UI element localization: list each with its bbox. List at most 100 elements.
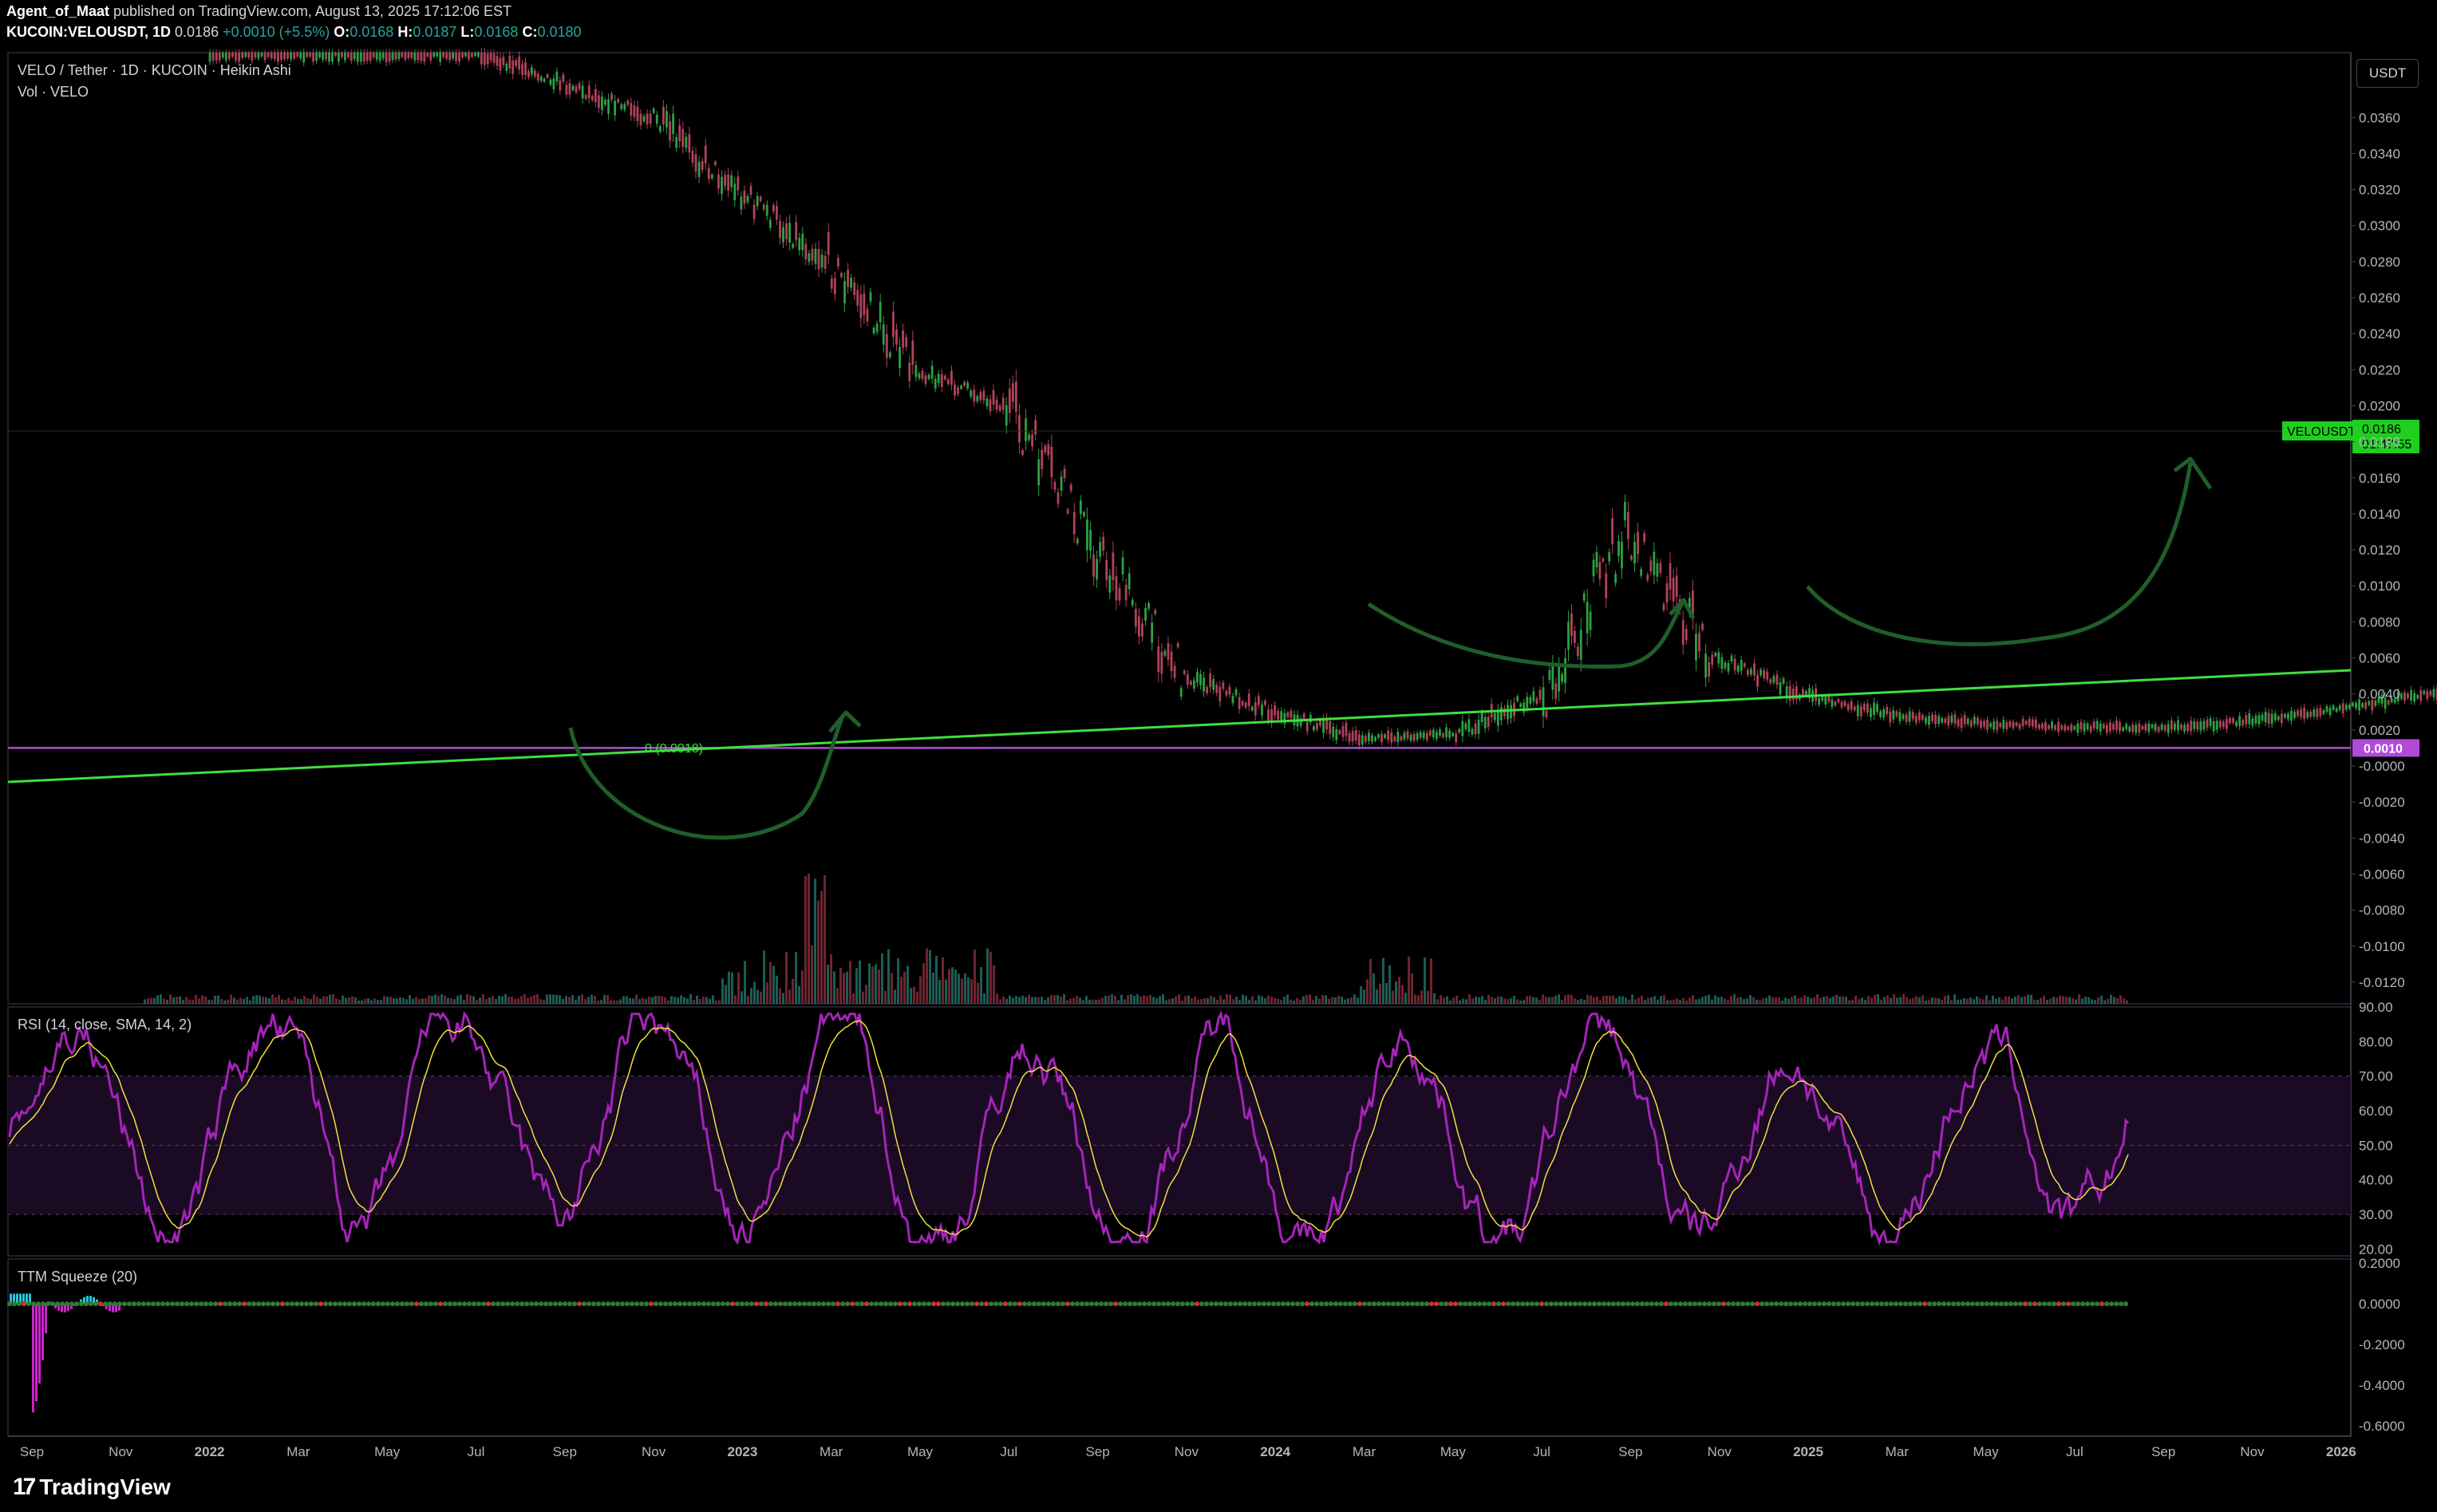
volume-bar — [1765, 997, 1768, 1004]
candle-body — [1908, 711, 1911, 722]
squeeze-dot — [1233, 1301, 1238, 1307]
squeeze-dot — [136, 1301, 141, 1307]
squeeze-dot — [768, 1301, 773, 1307]
volume-bar — [721, 978, 724, 1004]
squeeze-dot — [1539, 1301, 1544, 1307]
tradingview-brand[interactable]: 17 TradingView — [13, 1474, 171, 1501]
candle-body — [1834, 701, 1837, 706]
candle-body — [1283, 713, 1286, 724]
volume-bar — [1810, 998, 1812, 1004]
candle-body — [1843, 701, 1847, 706]
volume-bar — [1002, 997, 1005, 1004]
volume-bar — [1140, 996, 1142, 1004]
candle-body — [856, 290, 859, 306]
squeeze-dot — [333, 1301, 338, 1307]
volume-bar — [1957, 999, 1959, 1004]
squeeze-dot — [749, 1301, 754, 1307]
volume-bar — [1759, 1000, 1761, 1004]
squeeze-dot — [1061, 1301, 1065, 1307]
squeeze-dot — [797, 1301, 802, 1307]
time-tick-label: Sep — [1618, 1444, 1642, 1459]
volume-bar — [1596, 997, 1598, 1004]
candle-body — [1368, 732, 1370, 741]
candle-body — [2264, 712, 2267, 723]
volume-bar — [709, 999, 711, 1004]
volume-bar — [1120, 994, 1123, 1004]
cup-annotation-curve[interactable] — [568, 717, 844, 840]
cup-annotation-curve[interactable] — [1806, 462, 2193, 646]
squeeze-dot — [740, 1301, 745, 1307]
volume-bar — [881, 953, 883, 1004]
main-legend[interactable]: VELO / Tether · 1D · KUCOIN · Heikin Ash… — [18, 62, 291, 78]
candle-body — [1662, 603, 1665, 610]
volume-bar — [204, 996, 207, 1004]
candle-body — [2034, 719, 2037, 728]
rsi-legend[interactable]: RSI (14, close, SMA, 14, 2) — [18, 1017, 192, 1032]
brand-name: TradingView — [39, 1474, 171, 1499]
candle-body — [710, 174, 713, 179]
candle-body — [1724, 662, 1727, 669]
arrow-head-annotation[interactable] — [2173, 456, 2213, 490]
candle-body — [2235, 721, 2238, 727]
candle-body — [1250, 706, 1254, 711]
squeeze-dot — [1692, 1301, 1697, 1307]
squeeze-dot — [1113, 1301, 1118, 1307]
candle-body — [1973, 717, 1976, 724]
volume-bar — [1823, 997, 1825, 1004]
volume-bar — [1816, 994, 1819, 1004]
tradingview-logo-icon: 17 — [13, 1474, 36, 1500]
candle-body — [1711, 654, 1714, 665]
volume-bar — [1417, 995, 1420, 1004]
volume-bar — [1523, 1000, 1525, 1004]
candle-body — [743, 191, 746, 204]
volume-bar — [1318, 998, 1321, 1004]
volume-bar — [492, 996, 494, 1004]
squeeze-dot — [218, 1301, 223, 1307]
squeeze-dot — [457, 1301, 462, 1307]
candle-body — [1154, 610, 1157, 614]
candle-body — [1914, 716, 1918, 723]
cup-annotation-curve[interactable] — [1367, 598, 1686, 669]
candle-body — [1018, 415, 1021, 443]
candle-body — [1567, 622, 1570, 650]
volume-bar — [357, 1000, 360, 1004]
rsi-tick-label: 30.00 — [2359, 1207, 2393, 1222]
volume-bar — [737, 972, 740, 1004]
candle-body — [830, 278, 833, 289]
candle-body — [458, 53, 460, 62]
candle-body — [283, 53, 286, 60]
squeeze-dot — [855, 1301, 859, 1307]
volume-bar — [839, 968, 842, 1004]
volume-bar — [1194, 997, 1196, 1004]
candle-body — [306, 53, 309, 57]
volume-bar — [1088, 999, 1091, 1004]
squeeze-dot — [304, 1301, 309, 1307]
chart-canvas[interactable]: 0.00100 (0.0018)VELOUSDT 0.018601:47:55 9… — [0, 0, 2437, 1512]
candle-body — [675, 136, 678, 148]
squeeze-dot — [1142, 1301, 1147, 1307]
candle-body — [372, 53, 375, 57]
arrow-head-annotation[interactable] — [828, 710, 862, 733]
squeeze-dot — [1841, 1301, 1846, 1307]
volume-bar — [1491, 997, 1493, 1004]
candle-body — [2261, 714, 2264, 721]
volume-bar — [913, 986, 915, 1004]
volume-bar — [1034, 997, 1037, 1004]
volume-legend[interactable]: Vol · VELO — [18, 84, 89, 100]
volume-bar — [1021, 995, 1024, 1004]
currency-scale-button[interactable]: USDT — [2356, 59, 2419, 88]
time-tick-label: 2023 — [727, 1444, 757, 1459]
volume-bar — [1072, 997, 1075, 1004]
volume-bar — [2107, 998, 2109, 1004]
volume-bar — [1175, 996, 1177, 1004]
squeeze-dot — [419, 1301, 424, 1307]
candle-body — [331, 53, 334, 62]
volume-bar — [725, 985, 727, 1004]
volume-bar — [974, 949, 976, 1004]
volume-bar — [2033, 999, 2036, 1004]
squeeze-legend[interactable]: TTM Squeeze (20) — [18, 1269, 137, 1285]
candle-body — [1870, 708, 1872, 717]
volume-bar — [977, 982, 979, 1004]
volume-bar — [1548, 997, 1550, 1004]
candle-body — [511, 60, 515, 74]
